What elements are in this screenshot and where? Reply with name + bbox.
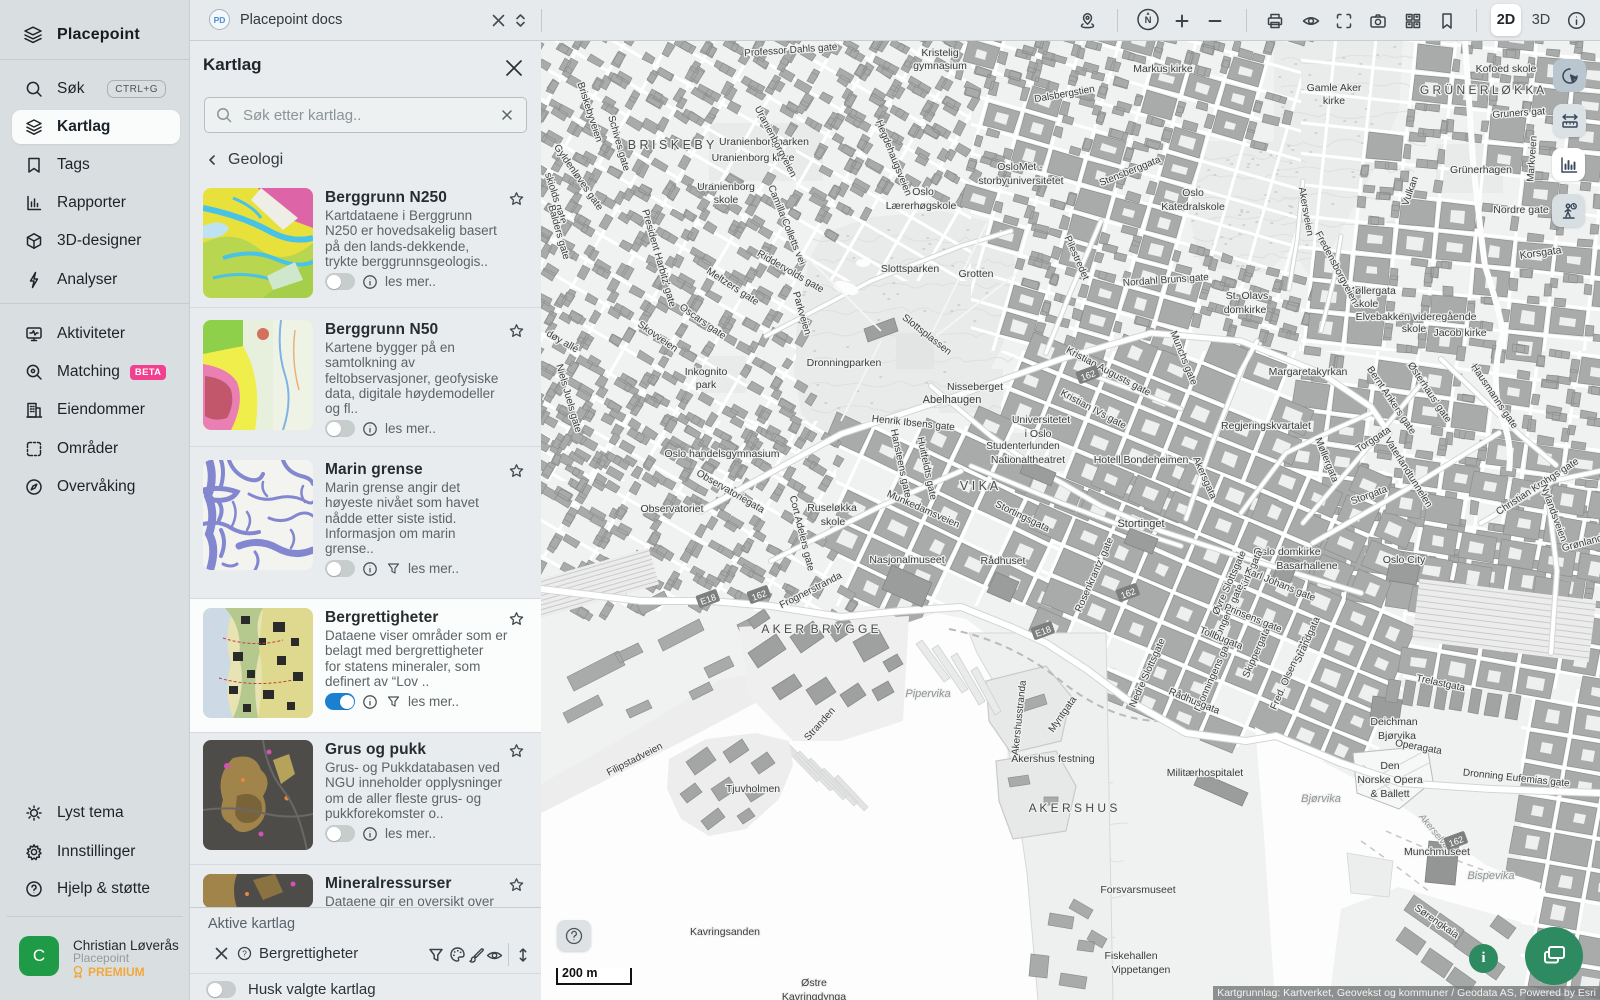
svg-text:kirke: kirke <box>1323 95 1345 107</box>
svg-text:Nisseberget: Nisseberget <box>947 381 1003 393</box>
svg-text:Inkognito: Inkognito <box>685 366 728 378</box>
svg-text:Pipervika: Pipervika <box>905 688 950 700</box>
svg-text:i Oslo: i Oslo <box>1025 428 1052 440</box>
svg-text:A K E R S H U S: A K E R S H U S <box>1029 801 1118 815</box>
svg-text:Fiskehallen: Fiskehallen <box>1104 950 1157 962</box>
svg-text:Oslo City: Oslo City <box>1383 554 1426 566</box>
svg-text:Militærhospitalet: Militærhospitalet <box>1167 767 1244 779</box>
svg-text:skole: skole <box>1402 323 1427 335</box>
svg-text:Norske Opera: Norske Opera <box>1357 774 1423 786</box>
svg-text:Kavringsanden: Kavringsanden <box>690 926 760 938</box>
svg-text:Uranienborgparken: Uranienborgparken <box>719 136 809 148</box>
svg-text:Elvebakken videregående: Elvebakken videregående <box>1356 311 1477 323</box>
svg-text:Grünerhagen: Grünerhagen <box>1450 164 1512 176</box>
svg-text:Kofoed skole: Kofoed skole <box>1476 63 1537 75</box>
svg-text:Katedralskole: Katedralskole <box>1161 201 1225 213</box>
svg-text:Jacob kirke: Jacob kirke <box>1433 327 1486 339</box>
svg-text:Dronningparken: Dronningparken <box>807 357 882 369</box>
svg-text:Nasjonalmuseet: Nasjonalmuseet <box>869 554 944 566</box>
svg-text:domkirke: domkirke <box>1224 304 1267 316</box>
svg-text:Oslo: Oslo <box>912 186 934 198</box>
svg-text:Hotell Bondeheimen: Hotell Bondeheimen <box>1094 454 1189 466</box>
svg-text:Munchmuseet: Munchmuseet <box>1404 846 1470 858</box>
svg-text:B R I S K E B Y: B R I S K E B Y <box>628 138 715 152</box>
svg-text:A K E R B R Y G G E: A K E R B R Y G G E <box>761 622 878 636</box>
svg-text:Kristelig: Kristelig <box>921 47 959 59</box>
svg-text:St. Olavs: St. Olavs <box>1226 290 1269 302</box>
svg-text:G R Ü N E R L Ø K K A: G R Ü N E R L Ø K K A <box>1420 83 1544 97</box>
svg-text:Oslo handelsgymnasium: Oslo handelsgymnasium <box>665 448 780 460</box>
svg-text:Observatoriet: Observatoriet <box>640 503 703 515</box>
svg-text:Oslo: Oslo <box>1182 187 1204 199</box>
svg-text:N: N <box>1145 15 1152 26</box>
svg-text:Uranienborg: Uranienborg <box>697 181 755 193</box>
svg-text:Universitetet: Universitetet <box>1012 414 1070 426</box>
svg-text:Kavringdynga: Kavringdynga <box>782 991 846 1000</box>
svg-text:Tjuvholmen: Tjuvholmen <box>726 783 780 795</box>
svg-text:Studenterlunden: Studenterlunden <box>986 441 1059 452</box>
svg-text:Akershus festning: Akershus festning <box>1011 753 1095 765</box>
svg-text:Abelhaugen: Abelhaugen <box>923 394 982 406</box>
svg-text:Deichman: Deichman <box>1370 716 1417 728</box>
svg-text:Nordre gate: Nordre gate <box>1493 204 1549 216</box>
svg-text:park: park <box>696 379 717 391</box>
svg-text:gymnasium: gymnasium <box>913 60 967 72</box>
svg-text:OsloMet -: OsloMet - <box>997 161 1043 173</box>
svg-text:Slottsparken: Slottsparken <box>881 263 940 275</box>
svg-text:Ruseløkka: Ruseløkka <box>807 502 857 514</box>
svg-text:Vippetangen: Vippetangen <box>1112 964 1171 976</box>
svg-text:Stortinget: Stortinget <box>1117 518 1164 530</box>
svg-text:Regjeringskvartalet: Regjeringskvartalet <box>1221 420 1311 432</box>
svg-text:Rådhuset: Rådhuset <box>981 555 1026 567</box>
svg-text:?: ? <box>242 949 247 959</box>
svg-text:Nationaltheatret: Nationaltheatret <box>991 454 1065 466</box>
svg-text:Basarhallene: Basarhallene <box>1276 560 1337 572</box>
svg-text:Bjørvika: Bjørvika <box>1301 793 1341 805</box>
svg-text:Lærerhøgskole: Lærerhøgskole <box>886 200 957 212</box>
svg-text:skole: skole <box>714 194 739 206</box>
svg-text:V I K A: V I K A <box>960 479 999 493</box>
svg-text:Markus kirke: Markus kirke <box>1133 63 1193 75</box>
svg-text:Gamle Aker: Gamle Aker <box>1307 82 1362 94</box>
svg-text:& Ballett: & Ballett <box>1370 788 1409 800</box>
svg-text:Grotten: Grotten <box>958 268 993 280</box>
svg-text:Den: Den <box>1380 760 1399 772</box>
svg-text:skole: skole <box>821 516 846 528</box>
svg-text:storbyuniversitetet: storbyuniversitetet <box>978 175 1063 187</box>
svg-text:Østre: Østre <box>801 977 827 989</box>
svg-text:Bispevika: Bispevika <box>1467 870 1514 882</box>
svg-text:Forsvarsmuseet: Forsvarsmuseet <box>1100 884 1175 896</box>
svg-text:Margaretakyrkan: Margaretakyrkan <box>1269 366 1348 378</box>
